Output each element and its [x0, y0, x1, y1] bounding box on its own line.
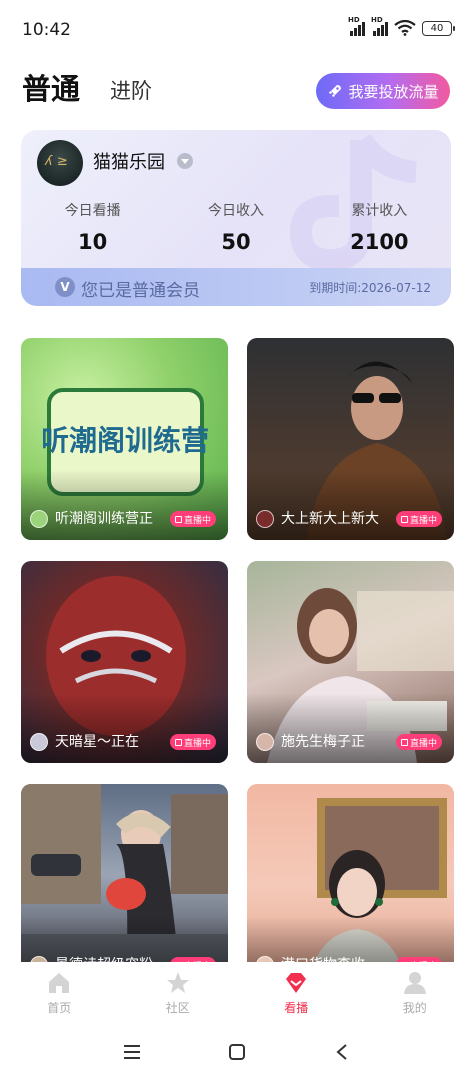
live-badge: 直播中	[169, 734, 216, 750]
stat-today-views: 今日看播 10	[64, 203, 121, 254]
poster-title: 听潮阁训练营	[43, 424, 208, 457]
back-icon	[336, 1044, 347, 1060]
status-time: 10:42	[22, 20, 71, 40]
nickname[interactable]: 猫猫乐园	[93, 148, 165, 174]
live-icon	[174, 738, 182, 746]
nav-watch[interactable]: 看播	[237, 962, 356, 1024]
stats-row: 今日看播 10 今日收入 50 累计收入 2100	[21, 200, 451, 254]
member-card: ʎ ≥ 猫猫乐园 今日看播 10 今日收入 50 累计收入 2100 V 您已是…	[21, 130, 451, 306]
live-icon	[400, 515, 408, 523]
stream-title: 大上新大上新大	[281, 511, 379, 527]
stream-title: 天暗星～正在	[55, 734, 139, 750]
live-badge: 直播中	[395, 511, 442, 527]
stat-total-income: 累计收入 2100	[350, 203, 409, 254]
back-button[interactable]	[331, 1041, 353, 1063]
status-bar: 10:42 HD HD 40	[0, 0, 474, 58]
menu-button[interactable]	[121, 1041, 143, 1063]
signal-icon: HD	[371, 16, 388, 36]
promote-traffic-label: 我要投放流量	[348, 82, 439, 101]
avatar	[30, 733, 48, 751]
signal-icon: HD	[348, 16, 365, 36]
promote-traffic-button[interactable]: 我要投放流量	[316, 73, 450, 109]
live-icon	[174, 515, 182, 523]
user-icon	[403, 971, 426, 994]
battery-icon: 40	[422, 20, 455, 36]
mode-tabs: 普通 进阶	[22, 66, 152, 108]
bottom-nav: 首页 社区 看播 我的	[0, 962, 474, 1024]
stream-title: 施先生梅子正	[281, 734, 365, 750]
stream-card[interactable]: 听潮阁训练营 听潮阁训练营正 直播中	[21, 338, 228, 540]
membership-footer[interactable]: V 您已是普通会员 到期时间:2026-07-12	[21, 268, 451, 306]
avatar[interactable]: ʎ ≥	[37, 140, 83, 186]
tab-normal[interactable]: 普通	[22, 66, 80, 108]
avatar	[256, 733, 274, 751]
avatar	[30, 510, 48, 528]
vip-icon: V	[55, 277, 75, 297]
wifi-icon	[394, 20, 416, 36]
nav-me[interactable]: 我的	[356, 962, 474, 1024]
expire-date: 到期时间:2026-07-12	[309, 281, 431, 295]
home-button[interactable]	[226, 1041, 248, 1063]
stat-today-income: 今日收入 50	[207, 203, 264, 254]
avatar	[256, 510, 274, 528]
stream-card[interactable]: 景德诗超级宠粉 直播中	[21, 784, 228, 986]
nav-community[interactable]: 社区	[119, 962, 238, 1024]
stream-grid: 听潮阁训练营 听潮阁训练营正 直播中 大上新大上新大 直播中 天暗星～正在 直播…	[21, 338, 455, 986]
stream-card[interactable]: 天暗星～正在 直播中	[21, 561, 228, 763]
live-badge: 直播中	[395, 734, 442, 750]
live-badge: 直播中	[169, 511, 216, 527]
nav-home[interactable]: 首页	[0, 962, 119, 1024]
stream-card[interactable]: 大上新大上新大 直播中	[247, 338, 454, 540]
stream-title: 听潮阁训练营正	[55, 511, 153, 527]
stream-card[interactable]: 港口货物李收 直播中	[247, 784, 454, 986]
rocket-icon	[329, 85, 342, 97]
live-icon	[400, 738, 408, 746]
membership-status: 您已是普通会员	[81, 281, 200, 301]
square-icon	[228, 1044, 245, 1060]
home-icon	[49, 972, 70, 993]
tab-advanced[interactable]: 进阶	[110, 75, 152, 108]
diamond-icon	[286, 972, 307, 993]
chevron-down-icon[interactable]	[177, 153, 193, 169]
status-icons: HD HD 40	[348, 16, 455, 36]
stream-card[interactable]: 施先生梅子正 直播中	[247, 561, 454, 763]
menu-icon	[124, 1045, 141, 1059]
star-icon	[166, 971, 189, 993]
system-nav-bar	[0, 1024, 474, 1080]
